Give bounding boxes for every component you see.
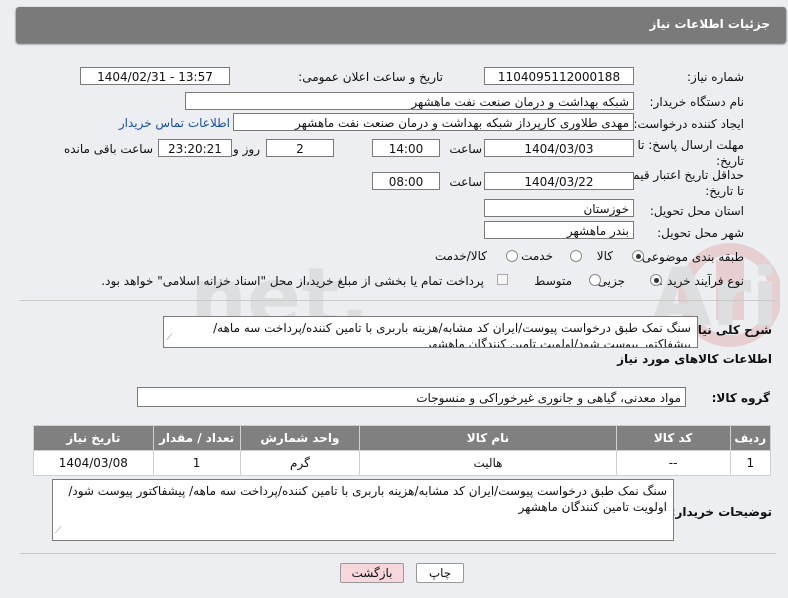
- category-option-goods: کالا: [596, 249, 613, 263]
- goods-table-header: ردیف کد کالا نام کالا واحد شمارش تعداد /…: [33, 425, 772, 451]
- time-remaining-label: ساعت باقی مانده: [63, 142, 153, 156]
- col-row: ردیف: [729, 425, 772, 451]
- divider: [20, 553, 776, 554]
- goods-section-title: اطلاعات کالاهای مورد نیاز: [617, 352, 772, 366]
- col-unit: واحد شمارش: [239, 425, 361, 451]
- category-label: طبقه بندی موضوعی:: [637, 250, 744, 264]
- buyer-org-field: شبکه بهداشت و درمان صنعت نفت ماهشهر: [185, 92, 634, 110]
- requester-label: ایجاد کننده درخواست:: [633, 117, 744, 131]
- buyer-notes-text: سنگ نمک طبق درخواست پیوست/ایران کد مشابه…: [68, 484, 667, 514]
- cell-date: 1404/03/08: [33, 450, 154, 476]
- requester-field: مهدی طلاوری کارپرداز شبکه بهداشت و درمان…: [233, 113, 634, 131]
- need-number-field: 1104095112000188: [484, 67, 634, 85]
- col-name: نام کالا: [359, 425, 617, 451]
- table-row: 1 -- هالیت گرم 1 1404/03/08: [33, 450, 772, 476]
- province-label: استان محل تحویل:: [649, 204, 744, 218]
- category-option-service: خدمت: [521, 249, 553, 263]
- summary-textarea[interactable]: سنگ نمک طبق درخواست پیوست/ایران کد مشابه…: [163, 316, 698, 348]
- treasury-payment-checkbox[interactable]: [497, 274, 508, 285]
- reply-time-label: ساعت: [449, 142, 482, 156]
- col-code: کد کالا: [615, 425, 731, 451]
- cell-qty: 1: [152, 450, 241, 476]
- buyer-notes-textarea[interactable]: سنگ نمک طبق درخواست پیوست/ایران کد مشابه…: [52, 479, 674, 541]
- need-details-page: جزئیات اطلاعات نیاز AriaTender .net شمار…: [0, 0, 788, 598]
- process-option-minor: جزیی: [597, 274, 625, 288]
- need-number-label: شماره نیاز:: [687, 70, 744, 84]
- province-field: خوزستان: [484, 199, 634, 217]
- buyer-contact-link[interactable]: اطلاعات تماس خریدار: [119, 116, 230, 130]
- process-option-medium: متوسط: [534, 274, 572, 288]
- process-radio-medium[interactable]: [589, 274, 601, 286]
- city-label: شهر محل تحویل:: [657, 226, 744, 240]
- resize-grip-icon[interactable]: ⟋: [55, 523, 61, 539]
- price-date-field: 1404/03/22: [484, 172, 634, 190]
- page-title: جزئیات اطلاعات نیاز: [649, 17, 770, 31]
- time-remaining-field: 23:20:21: [158, 139, 232, 157]
- process-radio-minor[interactable]: [650, 274, 662, 286]
- cell-name: هالیت: [359, 450, 617, 476]
- back-button[interactable]: بازگشت: [340, 563, 404, 583]
- title-bar: جزئیات اطلاعات نیاز: [16, 7, 786, 43]
- price-time-label: ساعت: [449, 175, 482, 189]
- buyer-notes-label: توضیحات خریدار:: [670, 505, 772, 519]
- buyer-org-label: نام دستگاه خریدار:: [649, 95, 745, 109]
- summary-text: سنگ نمک طبق درخواست پیوست/ایران کد مشابه…: [213, 321, 691, 348]
- cell-unit: گرم: [239, 450, 361, 476]
- category-option-goods-service: کالا/خدمت: [434, 249, 487, 263]
- goods-group-field: مواد معدنی، گیاهی و جانوری غیرخوراکی و م…: [137, 387, 686, 407]
- divider: [20, 300, 776, 301]
- reply-time-field: 14:00: [372, 139, 440, 157]
- city-field: بندر ماهشهر: [484, 221, 634, 239]
- goods-group-label: گروه کالا:: [711, 391, 770, 405]
- cell-row: 1: [729, 450, 772, 476]
- reply-date-field: 1404/03/03: [484, 139, 634, 157]
- announce-field: 1404/02/31 - 13:57: [80, 67, 230, 85]
- goods-table: ردیف کد کالا نام کالا واحد شمارش تعداد /…: [33, 425, 772, 476]
- cell-code: --: [615, 450, 731, 476]
- category-radio-goods[interactable]: [632, 250, 644, 262]
- category-radio-service[interactable]: [570, 250, 582, 262]
- price-time-field: 08:00: [372, 172, 440, 190]
- col-qty: تعداد / مقدار: [152, 425, 241, 451]
- days-label: روز و: [233, 142, 260, 156]
- col-date: تاریخ نیاز: [33, 425, 154, 451]
- process-label: نوع فرآیند خرید :: [659, 274, 744, 288]
- resize-grip-icon[interactable]: ⟋: [166, 330, 172, 346]
- days-remaining-field: 2: [266, 139, 334, 157]
- reply-deadline-label: مهلت ارسال پاسخ: تا تاریخ:: [637, 138, 744, 168]
- print-button[interactable]: چاپ: [416, 563, 464, 583]
- announce-label: تاریخ و ساعت اعلان عمومی:: [298, 70, 443, 84]
- category-radio-goods-service[interactable]: [506, 250, 518, 262]
- summary-label: شرح کلی نیاز:: [686, 323, 772, 337]
- treasury-payment-note: پرداخت تمام یا بخشی از مبلغ خرید،از محل …: [101, 274, 484, 288]
